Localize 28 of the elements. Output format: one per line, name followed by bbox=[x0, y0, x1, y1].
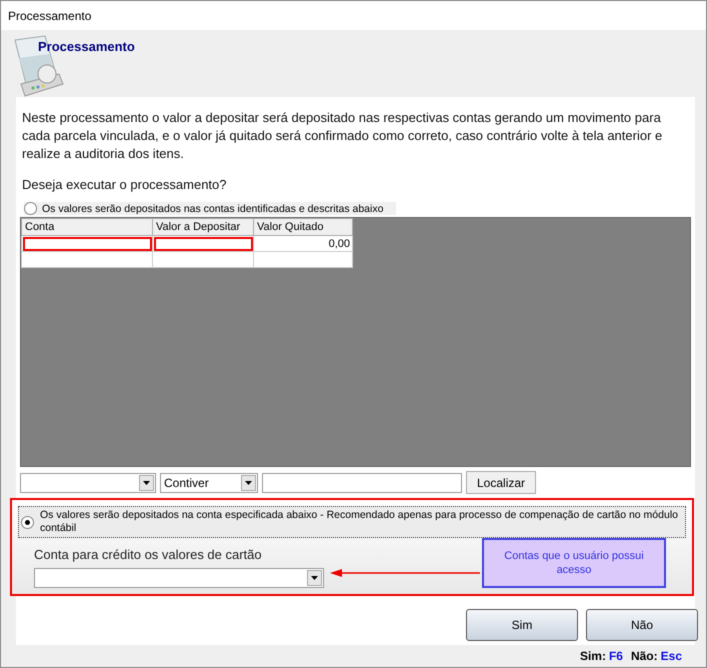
dialog-heading: Processamento bbox=[38, 39, 135, 54]
shortcut-key: Esc bbox=[660, 649, 682, 663]
account-dropdown[interactable] bbox=[34, 568, 324, 588]
search-button[interactable]: Localizar bbox=[466, 471, 536, 494]
radio-button[interactable] bbox=[24, 202, 37, 215]
radio-button[interactable] bbox=[21, 516, 34, 528]
description-text: Neste processamento o valor a depositar será depositado nas respectivas contas gerando um movimento para cada parcela vinculada, e o valor já quitado será confirmado como correto, caso contrário volte à tela anterior e realize a auditoria dos itens. bbox=[22, 109, 664, 163]
column-dropdown[interactable] bbox=[20, 472, 156, 492]
shortcut-label: Sim: bbox=[580, 649, 606, 663]
table-cell: 0,00 bbox=[254, 236, 352, 252]
option-label: Os valores serão depositados na conta especificada abaixo - Recomendado apenas para processo de compenação de cartão no módulo contábil bbox=[40, 509, 679, 535]
dropdown-arrow-icon bbox=[143, 480, 150, 484]
search-field[interactable] bbox=[262, 472, 462, 492]
dropdown-arrow-icon bbox=[311, 576, 318, 580]
account-label: Conta para crédito os valores de cartão bbox=[34, 547, 262, 562]
window-title: Processamento bbox=[8, 8, 92, 22]
shortcut-label: Não: bbox=[630, 649, 658, 663]
column-header[interactable]: Valor a Depositar bbox=[152, 218, 254, 236]
condition-dropdown[interactable]: Contiver bbox=[160, 472, 258, 492]
callout-note: Contas que o usuário possui acesso bbox=[482, 538, 666, 588]
option-label: Os valores serão depositados nas contas identificadas e descritas abaixo bbox=[42, 202, 384, 214]
column-header[interactable]: Conta bbox=[22, 218, 152, 236]
question-text: Deseja executar o processamento? bbox=[22, 177, 228, 192]
shortcut-key: F6 bbox=[608, 649, 623, 663]
yes-button[interactable]: Sim bbox=[466, 609, 578, 641]
no-button[interactable]: Não bbox=[586, 609, 698, 641]
column-header[interactable]: Valor Quitado bbox=[254, 218, 352, 236]
dropdown-arrow-icon bbox=[245, 480, 252, 484]
